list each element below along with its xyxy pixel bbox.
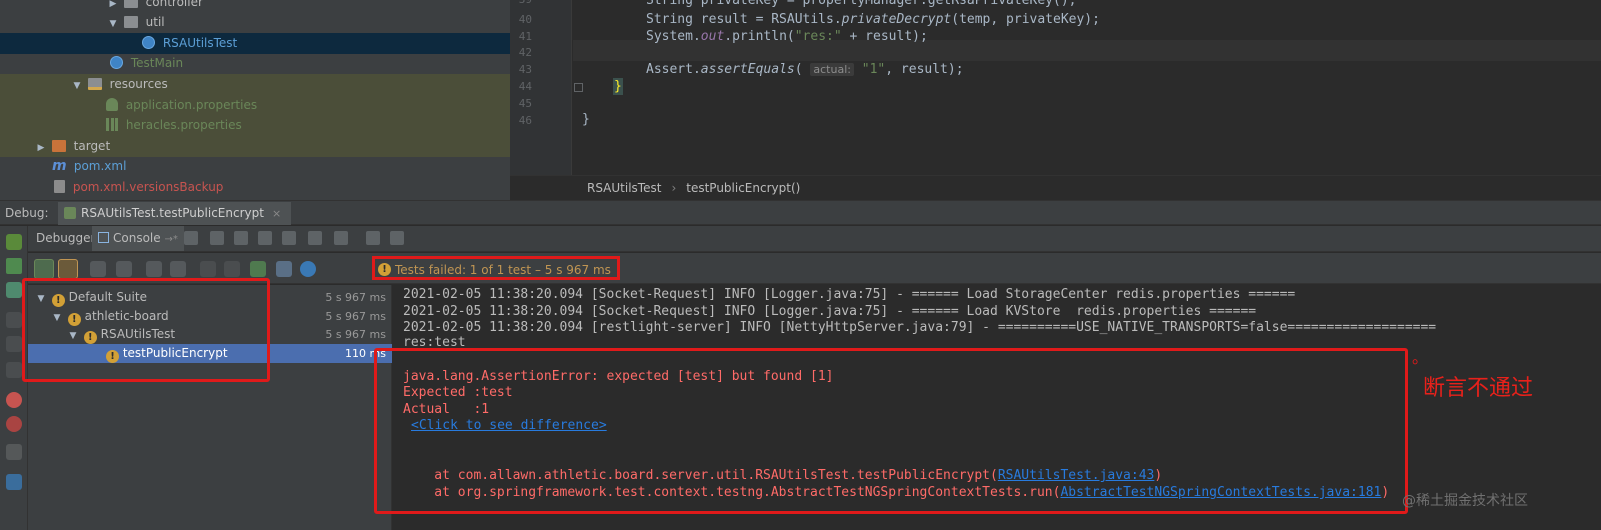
gear-icon[interactable]	[300, 261, 316, 277]
excluded-folder-icon	[51, 140, 66, 152]
sort-alphabetically-icon[interactable]	[90, 261, 106, 277]
debug-session-tab[interactable]: RSAUtilsTest.testPublicEncrypt ×	[58, 202, 292, 225]
maven-icon: m	[52, 158, 67, 174]
warning-icon: !	[378, 263, 391, 276]
rerun-icon[interactable]	[6, 234, 22, 250]
step-out-icon[interactable]	[282, 231, 296, 245]
trace-current-stream-icon[interactable]	[390, 231, 404, 245]
chevron-down-icon[interactable]: ▼	[106, 14, 120, 35]
debug-tabs-row: Debugger Console →*	[28, 226, 1601, 252]
tree-item-rsautilstest[interactable]: RSAUtilsTest	[0, 33, 510, 54]
file-icon	[54, 180, 65, 193]
test-status-bar: ! Tests failed: 1 of 1 test – 5 s 967 ms	[372, 256, 620, 280]
console-line: 2021-02-05 11:38:20.094 [Socket-Request]…	[403, 287, 1296, 302]
console-icon	[98, 232, 109, 243]
watermark: @稀土掘金技术社区	[1402, 493, 1528, 509]
code-line: }	[613, 78, 623, 95]
line-gutter[interactable]: 39 40 41 42 43 44 45 46	[510, 0, 583, 175]
line-number: 44	[518, 80, 532, 93]
line-number: 39	[510, 0, 532, 6]
chevron-down-icon[interactable]: ▼	[70, 76, 84, 97]
step-into-icon[interactable]	[234, 231, 248, 245]
tree-item-util[interactable]: ▼ util	[0, 12, 510, 33]
code-line: }	[582, 112, 590, 127]
line-number: 46	[518, 114, 532, 127]
line-number: 41	[518, 30, 532, 43]
pause-icon[interactable]	[6, 312, 22, 328]
tree-item-resources[interactable]: ▼ resources	[0, 74, 510, 95]
settings-icon[interactable]	[6, 474, 22, 490]
code-editor[interactable]: 39 40 41 42 43 44 45 46 String privateKe…	[510, 0, 1601, 200]
parameter-hint: actual:	[810, 63, 854, 76]
matched-brace: }	[613, 78, 623, 95]
resources-folder-icon	[87, 78, 102, 90]
tree-item-testmain[interactable]: TestMain	[0, 53, 510, 74]
tree-item-pom-backup[interactable]: pom.xml.versionsBackup	[0, 177, 510, 198]
debug-tool-window-header: Debug: RSAUtilsTest.testPublicEncrypt ×	[0, 200, 1601, 225]
collapse-all-icon[interactable]	[170, 261, 186, 277]
restore-layout-icon[interactable]	[6, 282, 22, 298]
test-class-icon	[142, 36, 155, 49]
show-passed-icon[interactable]	[34, 259, 54, 279]
line-number: 42	[518, 46, 532, 59]
next-failed-icon[interactable]	[224, 261, 240, 277]
debug-label: Debug:	[5, 206, 49, 220]
export-results-icon[interactable]	[250, 261, 266, 277]
tree-item-pom-xml[interactable]: m pom.xml	[0, 156, 510, 177]
mute-breakpoints-icon[interactable]	[6, 416, 22, 432]
annotation-box-error	[374, 348, 1408, 514]
console-line: 2021-02-05 11:38:20.094 [Socket-Request]…	[403, 304, 1257, 319]
annotation-box-tree	[22, 278, 270, 382]
folder-icon	[123, 0, 138, 8]
tree-item-application-properties[interactable]: application.properties	[0, 95, 510, 116]
show-execution-point-icon[interactable]	[184, 231, 198, 245]
tab-console[interactable]: Console →*	[92, 226, 184, 251]
get-thread-dump-icon[interactable]	[6, 444, 22, 460]
folder-icon	[123, 16, 138, 28]
force-step-into-icon[interactable]	[258, 231, 272, 245]
drop-frame-icon[interactable]	[308, 231, 322, 245]
console-line: 2021-02-05 11:38:20.094 [restlight-serve…	[403, 320, 1437, 335]
view-breakpoints-icon[interactable]	[6, 392, 22, 408]
tree-item-target[interactable]: ▶ target	[0, 136, 510, 157]
line-number: 45	[518, 97, 532, 110]
project-tree: ▶ controller ▼ util RSAUtilsTest TestMai…	[0, 0, 510, 205]
code-line: String result = RSAUtils.privateDecrypt(…	[646, 12, 1100, 27]
tab-debugger[interactable]: Debugger	[30, 226, 101, 251]
code-line: String privateKey = propertyManager.getR…	[646, 0, 1077, 8]
close-icon[interactable]: ×	[272, 207, 281, 220]
breadcrumb: RSAUtilsTest › testPublicEncrypt()	[510, 175, 1601, 200]
previous-failed-icon[interactable]	[200, 261, 216, 277]
testng-icon	[64, 207, 76, 219]
sort-by-duration-icon[interactable]	[116, 261, 132, 277]
tree-item-heracles-properties[interactable]: heracles.properties	[0, 115, 510, 136]
fold-icon[interactable]	[574, 83, 583, 92]
line-number: 43	[518, 63, 532, 76]
spring-properties-icon	[106, 98, 118, 111]
resume-icon[interactable]	[6, 258, 22, 274]
stop-disabled-icon[interactable]	[6, 336, 22, 352]
step-over-icon[interactable]	[210, 231, 224, 245]
import-results-icon[interactable]	[276, 261, 292, 277]
expand-all-icon[interactable]	[146, 261, 162, 277]
class-icon	[110, 56, 123, 69]
properties-file-icon	[106, 118, 118, 131]
evaluate-expression-icon[interactable]	[366, 231, 380, 245]
breadcrumb-method[interactable]: testPublicEncrypt()	[686, 181, 800, 195]
line-number: 40	[518, 13, 532, 26]
breadcrumb-separator: ›	[671, 181, 677, 195]
run-to-cursor-icon[interactable]	[334, 231, 348, 245]
stop-icon[interactable]	[6, 362, 22, 378]
show-ignored-icon[interactable]	[58, 259, 78, 279]
breadcrumb-class[interactable]: RSAUtilsTest	[587, 181, 661, 195]
code-line: Assert.assertEquals( actual: "1", result…	[646, 62, 964, 77]
annotation-note: 断言不通过	[1423, 376, 1534, 401]
annotation-dot: 。	[1412, 348, 1429, 367]
code-line: System.out.println("res:" + result);	[646, 29, 928, 44]
